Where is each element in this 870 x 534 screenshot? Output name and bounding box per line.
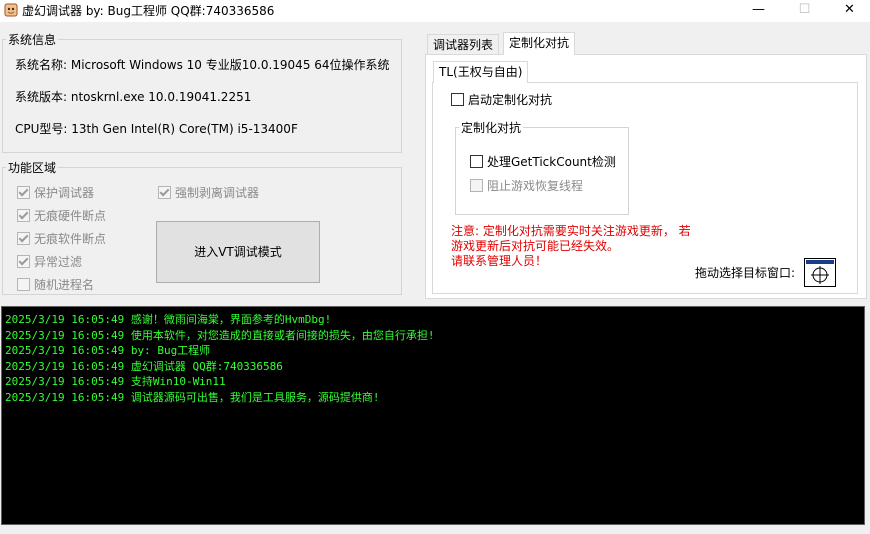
checkbox-force-strip[interactable]: 强制剥离调试器 <box>158 184 259 201</box>
maximize-button[interactable]: ☐ <box>782 0 827 22</box>
checkbox-icon <box>470 155 483 168</box>
checkbox-block-resume-thread[interactable]: 阻止游戏恢复线程 <box>470 177 583 194</box>
log-line: 2025/3/19 16:05:49 虚幻调试器 QQ群:740336586 <box>5 359 283 373</box>
checkbox-icon <box>158 186 171 199</box>
log-line: 2025/3/19 16:05:49 使用本软件，对您造成的直接或者间接的损失，… <box>5 328 435 342</box>
window-title: 虚幻调试器 by: Bug工程师 QQ群:740336586 <box>22 4 275 18</box>
app-icon <box>4 3 18 17</box>
checkbox-label: 阻止游戏恢复线程 <box>487 179 584 193</box>
checkbox-label: 异常过滤 <box>34 255 83 269</box>
checkbox-icon <box>451 93 464 106</box>
function-area-label: 功能区域 <box>6 159 59 176</box>
checkbox-random-process-name[interactable]: 随机进程名 <box>17 276 94 293</box>
checkbox-label: 随机进程名 <box>34 278 95 292</box>
minimize-button[interactable]: — <box>736 0 781 22</box>
subtab-tl[interactable]: TL(王权与自由) <box>433 61 529 83</box>
os-name-text: 系统名称: Microsoft Windows 10 专业版10.0.19045… <box>15 58 390 72</box>
checkbox-exception-filter[interactable]: 异常过滤 <box>17 253 82 270</box>
enter-vt-mode-button[interactable]: 进入VT调试模式 <box>156 221 320 283</box>
checkbox-label: 处理GetTickCount检测 <box>487 155 616 169</box>
checkbox-icon <box>17 186 30 199</box>
checkbox-gettickcount[interactable]: 处理GetTickCount检测 <box>470 153 616 170</box>
log-line: 2025/3/19 16:05:49 by: Bug工程师 <box>5 344 211 357</box>
drag-target-label: 拖动选择目标窗口: <box>695 266 796 280</box>
crosshair-icon[interactable] <box>804 258 836 287</box>
checkbox-label: 无痕硬件断点 <box>34 209 107 223</box>
checkbox-icon <box>470 179 483 192</box>
custom-group <box>455 127 629 215</box>
checkbox-icon <box>17 232 30 245</box>
custom-group-label: 定制化对抗 <box>459 119 524 136</box>
checkbox-label: 启动定制化对抗 <box>468 93 553 107</box>
log-line: 2025/3/19 16:05:49 支持Win10-Win11 <box>5 375 226 388</box>
tab-debugger-list[interactable]: 调试器列表 <box>427 34 500 55</box>
checkbox-label: 保护调试器 <box>34 186 95 200</box>
checkbox-icon <box>17 278 30 291</box>
log-output[interactable]: 2025/3/19 16:05:49 感谢！微雨间海棠，界面参考的HvmDbg!… <box>1 306 865 525</box>
checkbox-enable-custom[interactable]: 启动定制化对抗 <box>451 91 552 108</box>
checkbox-label: 强制剥离调试器 <box>175 186 260 200</box>
log-line: 2025/3/19 16:05:49 调试器源码可出售，我们是工具服务，源码提供… <box>5 390 380 404</box>
system-info-label: 系统信息 <box>6 31 59 48</box>
warning-line-3: 请联系管理人员！ <box>451 254 548 268</box>
close-button[interactable]: ✕ <box>827 0 870 22</box>
checkbox-icon <box>17 255 30 268</box>
tab-custom-countermeasure[interactable]: 定制化对抗 <box>503 32 576 55</box>
checkbox-sw-breakpoint[interactable]: 无痕软件断点 <box>17 230 106 247</box>
checkbox-protect-debugger[interactable]: 保护调试器 <box>17 184 94 201</box>
checkbox-icon <box>17 209 30 222</box>
cpu-text: CPU型号: 13th Gen Intel(R) Core(TM) i5-134… <box>15 122 298 136</box>
checkbox-label: 无痕软件断点 <box>34 232 107 246</box>
checkbox-hw-breakpoint[interactable]: 无痕硬件断点 <box>17 207 106 224</box>
os-version-text: 系统版本: ntoskrnl.exe 10.0.19041.2251 <box>15 90 252 104</box>
log-line: 2025/3/19 16:05:49 感谢！微雨间海棠，界面参考的HvmDbg! <box>5 313 332 326</box>
